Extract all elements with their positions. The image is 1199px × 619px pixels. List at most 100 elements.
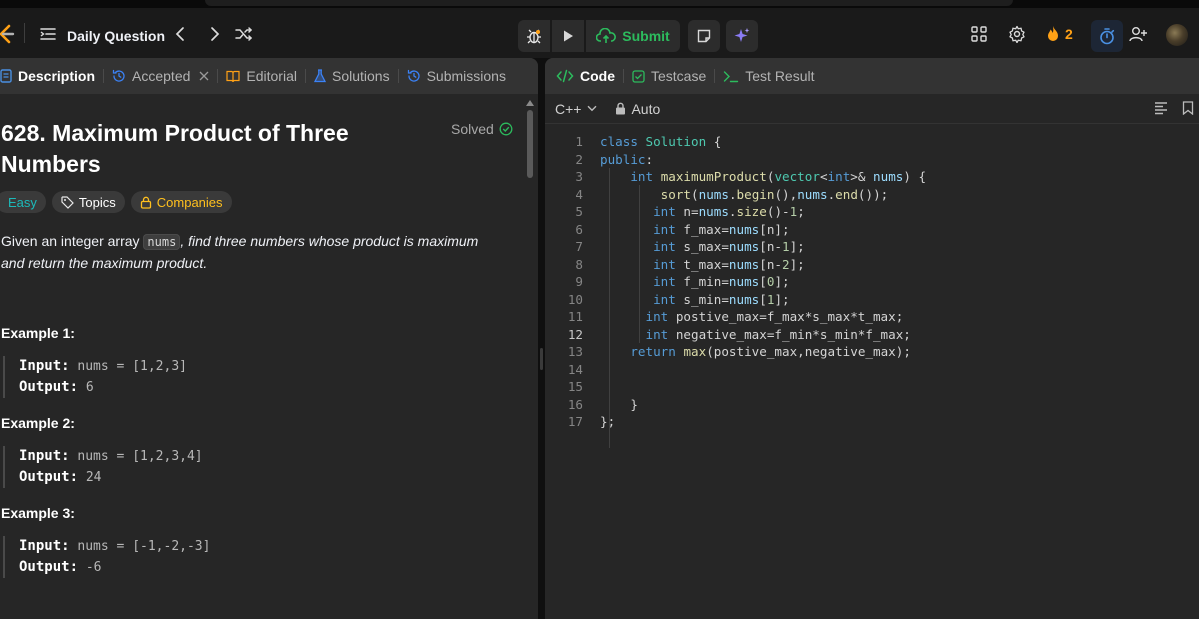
code-text: int f_max=nums[n]; (653, 221, 790, 237)
book-icon (226, 70, 240, 82)
notes-button[interactable] (688, 20, 720, 52)
close-icon[interactable] (199, 71, 209, 81)
scroll-up-arrow[interactable] (526, 100, 534, 106)
bookmark-icon[interactable] (1182, 101, 1194, 115)
input-label: Input: (19, 538, 70, 554)
tab-solutions-label: Solutions (331, 68, 390, 84)
tab-code[interactable]: Code (556, 58, 615, 94)
line-number: 5 (575, 204, 583, 219)
code-line[interactable]: 5 int n=nums.size()-1; (545, 203, 1199, 221)
line-number: 11 (567, 309, 583, 324)
format-code-icon[interactable] (1154, 101, 1168, 115)
code-text: int negative_max=f_min*s_min*f_max; (645, 326, 911, 342)
output-label: Output: (19, 559, 79, 575)
output-value: 6 (85, 380, 94, 395)
code-line[interactable]: 16 } (545, 396, 1199, 414)
leetcode-logo-icon[interactable] (0, 22, 16, 46)
tab-testcase[interactable]: Testcase (632, 58, 706, 94)
example-1-title: Example 1: (1, 325, 75, 341)
tab-test-result[interactable]: Test Result (723, 58, 815, 94)
problem-list-icon[interactable] (40, 26, 56, 42)
companies-button[interactable]: Companies (130, 191, 232, 213)
line-number: 1 (575, 134, 583, 149)
checkbox-icon (632, 69, 645, 83)
code-line[interactable]: 6 int f_max=nums[n]; (545, 221, 1199, 239)
ai-assist-button[interactable] (726, 20, 758, 52)
tab-description[interactable]: Description (0, 58, 95, 94)
editor-actions (1154, 101, 1194, 115)
code-line[interactable]: 15 (545, 378, 1199, 396)
line-number: 17 (567, 414, 583, 429)
tab-editorial-label: Editorial (246, 68, 297, 84)
tab-editorial[interactable]: Editorial (226, 58, 297, 94)
code-line[interactable]: 10 int s_min=nums[1]; (545, 291, 1199, 309)
submit-button[interactable]: Submit (586, 20, 680, 52)
submit-label: Submit (622, 28, 670, 44)
code-line[interactable]: 9 int f_min=nums[0]; (545, 273, 1199, 291)
code-line[interactable]: 1 class Solution { (545, 133, 1199, 151)
tab-solutions[interactable]: Solutions (313, 58, 390, 94)
tab-accepted[interactable]: Accepted (112, 58, 209, 94)
tab-separator (217, 69, 219, 83)
line-number: 8 (575, 256, 583, 272)
code-line[interactable]: 13 return max(postive_max,negative_max); (545, 343, 1199, 361)
editor-toolbar: C++ Auto (545, 94, 1199, 124)
topics-button[interactable]: Topics (51, 191, 125, 213)
auto-label: Auto (631, 100, 661, 117)
code-line[interactable]: 14 (545, 361, 1199, 379)
problem-description: Given an integer array nums, find three … (1, 231, 501, 274)
panel-resize-handle[interactable] (538, 58, 545, 619)
run-button[interactable] (552, 20, 584, 52)
timer-button[interactable] (1091, 20, 1123, 52)
code-line[interactable]: 11 int postive_max=f_max*s_max*t_max; (545, 308, 1199, 326)
code-line[interactable]: 3 int maximumProduct(vector<int>& nums) … (545, 168, 1199, 186)
line-number: 3 (575, 169, 583, 184)
example-2-title: Example 2: (1, 415, 75, 431)
language-selector[interactable]: C++ (555, 101, 597, 117)
code-editor[interactable]: 1 class Solution {2 public: 3 int maximumPr… (545, 133, 1199, 448)
gear-icon[interactable] (1008, 25, 1026, 43)
chevron-down-icon (587, 105, 597, 112)
resize-grip[interactable] (540, 348, 543, 370)
streak-counter[interactable]: 2 (1046, 25, 1073, 43)
output-value: -6 (85, 560, 102, 575)
problem-title[interactable]: 628. Maximum Product of Three Numbers (1, 118, 421, 180)
output-label: Output: (19, 379, 79, 395)
chevron-left-icon[interactable] (172, 25, 190, 43)
code-line[interactable]: 17}; (545, 413, 1199, 431)
example-1-input: Input: nums = [1,2,3] (19, 356, 503, 377)
code-line[interactable]: 8 int t_max=nums[n-2]; (545, 256, 1199, 274)
code-text: int postive_max=f_max*s_max*t_max; (645, 309, 904, 324)
debug-button[interactable] (518, 20, 550, 52)
code-line[interactable]: 7 int s_max=nums[n-1]; (545, 238, 1199, 256)
layout-icon[interactable] (970, 25, 988, 43)
code-line[interactable]: 12 int negative_max=f_min*s_min*f_max; (545, 326, 1199, 344)
tab-code-label: Code (580, 68, 615, 84)
chevron-right-icon[interactable] (205, 25, 223, 43)
auto-mode-toggle[interactable]: Auto (615, 101, 660, 117)
terminal-icon (724, 70, 739, 82)
avatar[interactable] (1166, 24, 1188, 46)
check-circle-icon (499, 122, 513, 136)
code-text: } (600, 396, 638, 412)
scrollbar-thumb[interactable] (527, 110, 533, 178)
inline-code: nums (143, 234, 181, 250)
tab-separator (304, 69, 306, 83)
add-user-icon[interactable] (1129, 25, 1147, 43)
code-line[interactable]: 4 sort(nums.begin(),nums.end()); (545, 186, 1199, 204)
description-content[interactable]: 628. Maximum Product of Three Numbers So… (0, 94, 538, 619)
example-1-output: Output: 6 (19, 377, 503, 398)
daily-question-link[interactable]: Daily Question (67, 28, 165, 44)
history-icon (112, 69, 125, 82)
code-text: sort(nums.begin(),nums.end()); (660, 186, 889, 202)
stopwatch-icon (1100, 28, 1115, 45)
code-line[interactable]: 2 public: (545, 151, 1199, 169)
line-number: 12 (567, 326, 583, 342)
tab-submissions-label: Submissions (426, 68, 506, 84)
line-number: 6 (575, 221, 583, 237)
line-number: 15 (567, 379, 583, 394)
shuffle-icon[interactable] (235, 25, 253, 43)
tab-submissions[interactable]: Submissions (407, 58, 506, 94)
code-tabbar: Code Testcase Test Result (545, 58, 1199, 94)
lock-icon (616, 102, 626, 115)
